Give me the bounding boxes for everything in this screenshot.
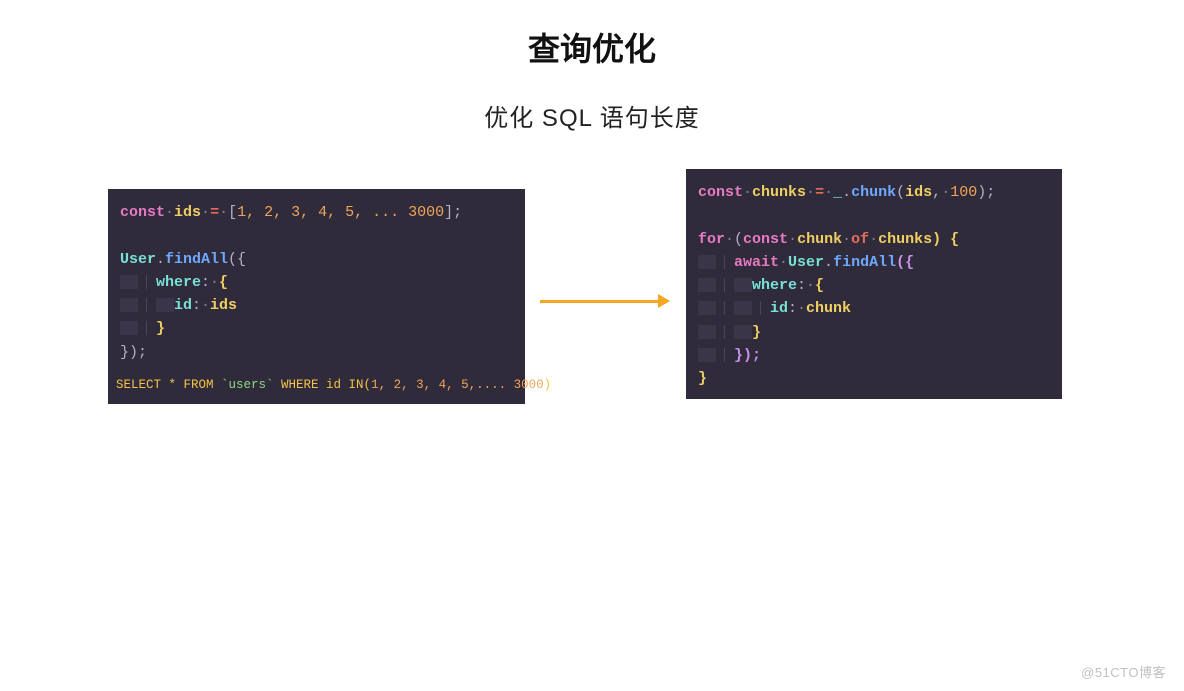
comparison-stage: const·ids·=·[1, 2, 3, 4, 5, ... 3000]; U… [0, 169, 1184, 589]
code-after-body: const·chunks·=·_.chunk(ids,·100); for·(c… [686, 169, 1062, 398]
watermark-text: @51CTO博客 [1081, 662, 1166, 681]
page-title: 查询优化 [0, 24, 1184, 70]
code-before-body: const·ids·=·[1, 2, 3, 4, 5, ... 3000]; U… [108, 189, 525, 372]
code-block-after: const·chunks·=·_.chunk(ids,·100); for·(c… [686, 169, 1062, 399]
code-before-sql: SELECT * FROM `users` WHERE id IN(1, 2, … [108, 372, 525, 400]
page-subtitle: 优化 SQL 语句长度 [0, 98, 1184, 133]
code-block-before: const·ids·=·[1, 2, 3, 4, 5, ... 3000]; U… [108, 189, 525, 404]
arrow-icon [540, 294, 670, 308]
